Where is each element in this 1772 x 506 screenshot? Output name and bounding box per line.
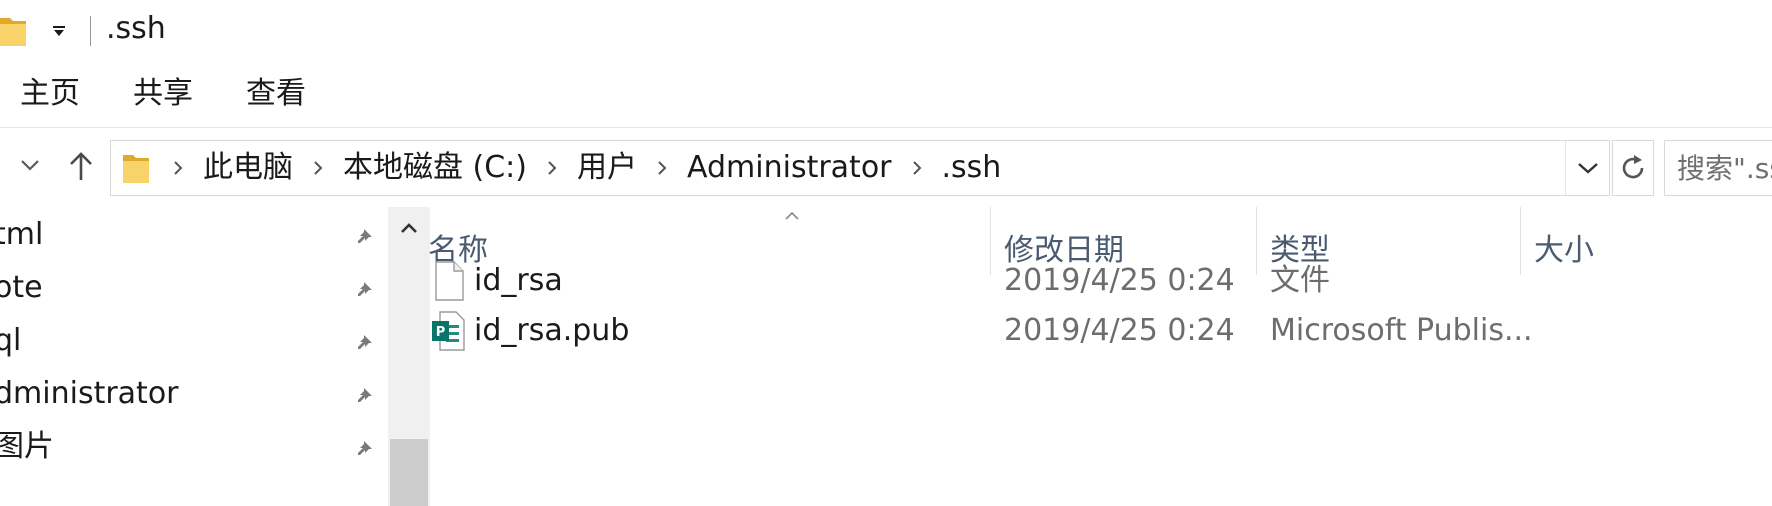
svg-text:P: P: [436, 325, 446, 340]
breadcrumb-local-disk[interactable]: 本地磁盘 (C:): [333, 141, 537, 195]
nav-item[interactable]: ql: [0, 313, 380, 371]
address-history-button[interactable]: [1565, 141, 1609, 195]
file-type: Microsoft Publis...: [1270, 313, 1533, 348]
nav-item[interactable]: ote: [0, 260, 380, 318]
file-list: 名称 修改日期 类型 大小 id_rsa 2019/4/25 0:24 文件 P…: [428, 207, 1772, 506]
breadcrumb-separator[interactable]: [163, 141, 193, 195]
blank-file-icon: [435, 261, 464, 301]
nav-item-label: tml: [0, 217, 44, 252]
table-row[interactable]: P id_rsa.pub 2019/4/25 0:24 Microsoft Pu…: [432, 305, 1728, 357]
file-name: id_rsa.pub: [474, 313, 630, 348]
chevron-down-icon: [1577, 163, 1598, 174]
chevron-down-icon: [53, 26, 65, 36]
title-separator: [90, 16, 91, 46]
file-date: 2019/4/25 0:24: [1004, 313, 1235, 348]
pin-icon: [352, 276, 378, 302]
chevron-right-icon: [314, 161, 323, 175]
breadcrumb-separator[interactable]: [537, 141, 567, 195]
breadcrumb-users[interactable]: 用户: [567, 141, 647, 195]
pin-icon: [352, 435, 378, 461]
breadcrumb-this-pc[interactable]: 此电脑: [193, 141, 303, 195]
pin-icon: [352, 382, 378, 408]
sort-ascending-icon: [782, 209, 802, 223]
refresh-button[interactable]: [1612, 140, 1654, 196]
file-date: 2019/4/25 0:24: [1004, 263, 1235, 298]
tab-share[interactable]: 共享: [133, 74, 193, 114]
nav-item[interactable]: 图片: [0, 419, 380, 477]
nav-item-label: 图片: [0, 429, 54, 464]
nav-item[interactable]: dministrator: [0, 366, 380, 424]
pin-icon: [352, 223, 378, 249]
navigation-pane: tml ote ql dministrator 图片: [0, 207, 430, 506]
search-input[interactable]: [1665, 141, 1772, 195]
breadcrumb-separator[interactable]: [303, 141, 333, 195]
nav-item-label: ql: [0, 323, 22, 358]
refresh-icon: [1622, 155, 1644, 179]
pin-icon: [352, 329, 378, 355]
nav-item-label: ote: [0, 270, 43, 305]
address-row: 此电脑 本地磁盘 (C:) 用户 Administrator .ssh: [0, 129, 1772, 207]
folder-icon: [123, 155, 149, 183]
nav-item-label: dministrator: [0, 376, 179, 411]
chevron-up-icon: [401, 223, 417, 233]
table-row[interactable]: id_rsa 2019/4/25 0:24 文件: [432, 255, 1728, 307]
scrollbar-thumb[interactable]: [390, 439, 428, 506]
quick-access-dropdown-button[interactable]: [50, 22, 68, 40]
folder-icon: [0, 18, 26, 46]
file-name: id_rsa: [474, 263, 563, 298]
publisher-file-icon: P: [432, 311, 465, 351]
chevron-right-icon: [912, 161, 921, 175]
tab-view[interactable]: 查看: [246, 74, 306, 114]
breadcrumb-ssh[interactable]: .ssh: [932, 141, 1012, 195]
tab-home[interactable]: 主页: [20, 74, 80, 114]
address-bar[interactable]: 此电脑 本地磁盘 (C:) 用户 Administrator .ssh: [110, 140, 1610, 196]
chevron-down-icon: [21, 160, 39, 171]
breadcrumb-administrator[interactable]: Administrator: [677, 141, 902, 195]
file-type: 文件: [1270, 263, 1330, 298]
chevron-right-icon: [658, 161, 667, 175]
recent-locations-button[interactable]: [16, 151, 44, 179]
arrow-up-icon: [70, 152, 92, 180]
ribbon-tabs: 主页 共享 查看: [0, 62, 1772, 128]
chevron-right-icon: [548, 161, 557, 175]
search-box[interactable]: [1664, 140, 1772, 196]
chevron-right-icon: [174, 161, 183, 175]
breadcrumb-separator[interactable]: [902, 141, 932, 195]
breadcrumb-separator[interactable]: [647, 141, 677, 195]
window-title: .ssh: [106, 11, 166, 46]
breadcrumb: 此电脑 本地磁盘 (C:) 用户 Administrator .ssh: [163, 141, 1011, 195]
up-button[interactable]: [64, 149, 98, 183]
title-bar: .ssh: [0, 0, 1772, 56]
nav-item[interactable]: tml: [0, 207, 380, 265]
